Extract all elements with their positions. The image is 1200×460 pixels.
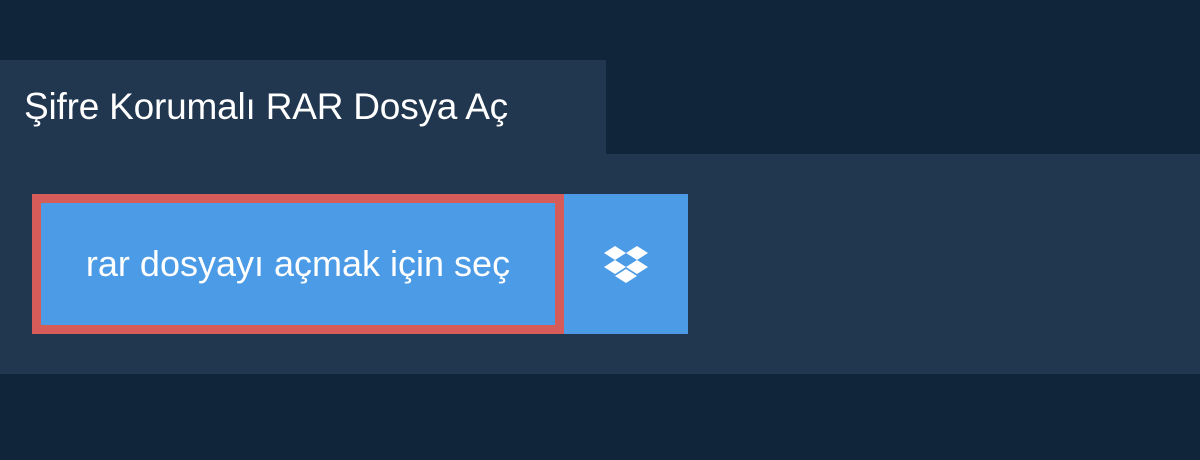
dropbox-icon [604, 245, 648, 283]
dropbox-button[interactable] [564, 194, 688, 334]
upload-panel: rar dosyayı açmak için seç [0, 154, 1200, 374]
tab-rar-password-open[interactable]: Şifre Korumalı RAR Dosya Aç [0, 60, 606, 154]
select-rar-file-label: rar dosyayı açmak için seç [85, 243, 511, 284]
tab-title: Şifre Korumalı RAR Dosya Aç [24, 86, 508, 127]
page: Şifre Korumalı RAR Dosya Aç rar dosyayı … [0, 0, 1200, 460]
select-rar-file-button[interactable]: rar dosyayı açmak için seç [32, 194, 564, 334]
